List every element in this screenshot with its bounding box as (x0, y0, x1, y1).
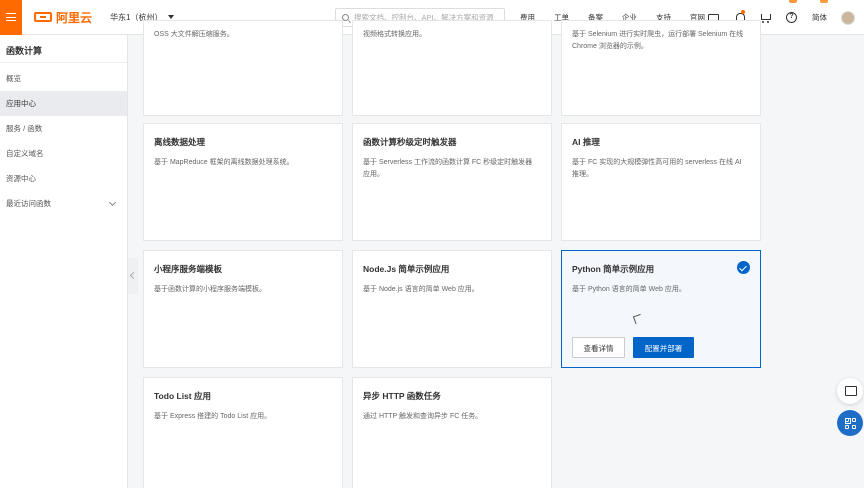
app-card-async-http[interactable]: 异步 HTTP 函数任务 通过 HTTP 触发和查询异步 FC 任务。 (352, 377, 552, 488)
sidebar-item-recent-functions[interactable]: 最近访问函数 (0, 191, 127, 216)
sidebar: 函数计算 概览 应用中心 服务 / 函数 自定义域名 资源中心 最近访问函数 (0, 35, 128, 488)
chat-button[interactable] (837, 378, 863, 404)
app-card-ai-inference[interactable]: AI 推理 基于 FC 实现的大规模弹性高可用的 serverless 在线 A… (561, 123, 761, 241)
menu-button[interactable] (0, 0, 22, 35)
avatar[interactable] (841, 10, 855, 25)
configure-deploy-button[interactable]: 配置并部署 (633, 337, 694, 358)
mouse-cursor-icon (632, 313, 644, 325)
sidebar-item-app-center[interactable]: 应用中心 (0, 91, 127, 116)
aliyun-logo-icon (34, 12, 52, 22)
sidebar-item-custom-domains[interactable]: 自定义域名 (0, 141, 127, 166)
hamburger-icon (6, 13, 16, 21)
notification-indicator (820, 0, 828, 3)
app-card-python[interactable]: Python 简单示例应用 基于 Python 语言的简单 Web 应用。 查看… (561, 250, 761, 368)
help-icon[interactable]: ? (786, 12, 797, 23)
chevron-down-icon (108, 198, 117, 207)
app-card-todo-list[interactable]: Todo List 应用 基于 Express 搭建的 Todo List 应用… (143, 377, 343, 488)
sidebar-item-resource-center[interactable]: 资源中心 (0, 166, 127, 191)
sidebar-title: 函数计算 (0, 35, 127, 63)
app-card-partial[interactable]: 基于 Selenium 进行实时爬虫，运行部署 Selenium 在线 Chro… (561, 20, 761, 116)
notification-indicator (789, 0, 797, 3)
language-switch[interactable]: 简体 (812, 12, 827, 23)
sidebar-collapse-handle[interactable] (128, 258, 138, 294)
app-card-partial[interactable]: 视频格式转换应用。 (352, 20, 552, 116)
app-card-miniprogram[interactable]: 小程序服务端模板 基于函数计算的小程序服务端模板。 (143, 250, 343, 368)
app-card-offline-data[interactable]: 离线数据处理 基于 MapReduce 框架的离线数据处理系统。 (143, 123, 343, 241)
apps-grid-icon (845, 418, 856, 429)
sidebar-item-overview[interactable]: 概览 (0, 66, 127, 91)
search-icon (342, 14, 349, 21)
sidebar-item-services-functions[interactable]: 服务 / 函数 (0, 116, 127, 141)
caret-down-icon (168, 15, 175, 19)
checkmark-icon (737, 261, 750, 274)
cart-icon[interactable] (760, 12, 771, 23)
view-details-button[interactable]: 查看详情 (572, 337, 625, 358)
aliyun-logo[interactable]: 阿里云 (34, 9, 92, 26)
app-card-nodejs[interactable]: Node.Js 简单示例应用 基于 Node.js 语言的简单 Web 应用。 (352, 250, 552, 368)
app-card-timer-trigger[interactable]: 函数计算秒级定时触发器 基于 Serverless 工作流的函数计算 FC 秒级… (352, 123, 552, 241)
app-card-partial[interactable]: OSS 大文件解压缩服务。 (143, 20, 343, 116)
